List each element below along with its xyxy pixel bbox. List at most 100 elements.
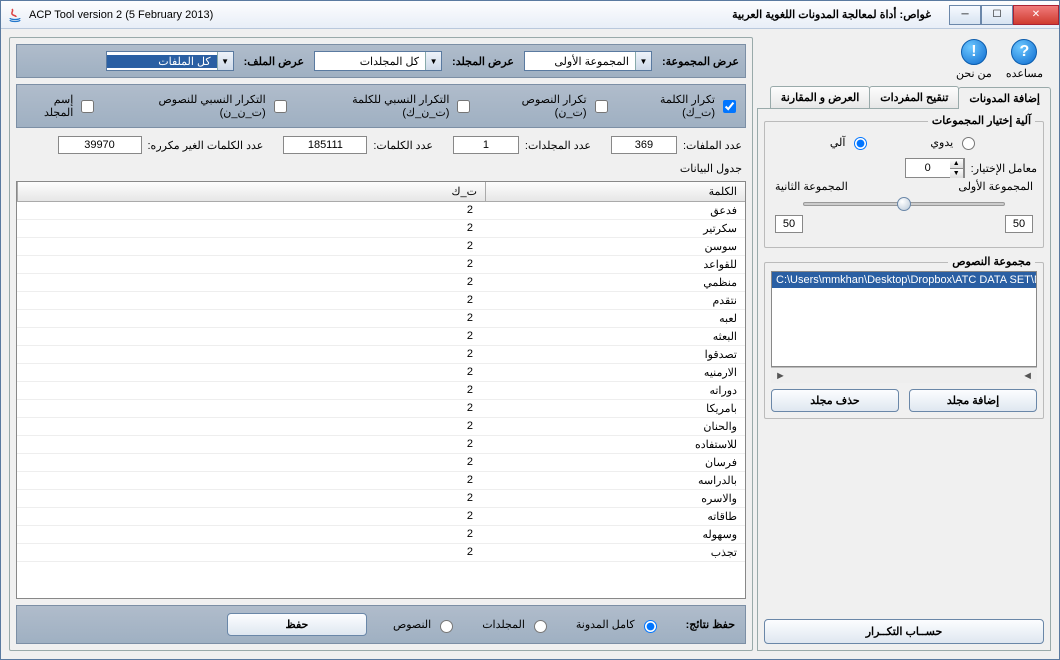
data-table: الكلمة ت_ك فدعق2سكرتير2سوسن2للقواعد2منظم… — [16, 181, 746, 599]
table-row[interactable]: للاستفاده2 — [17, 436, 745, 454]
add-folder-button[interactable]: إضافة مجلد — [909, 389, 1037, 412]
table-row[interactable]: وسهوله2 — [17, 526, 745, 544]
window-controls: ─ ☐ ✕ — [949, 5, 1059, 25]
radio-manual[interactable]: يدوي — [930, 134, 978, 150]
table-row[interactable]: لعبه2 — [17, 310, 745, 328]
folder-combo[interactable]: ▼كل المجلدات — [314, 51, 442, 71]
spin-up-icon[interactable]: ▲ — [950, 159, 963, 169]
words-count — [283, 136, 367, 154]
about-button[interactable]: ! من نحن — [956, 39, 992, 80]
check-rel-word-freq[interactable]: التكرار النسبي للكلمة (ت_ن_ك) — [306, 93, 474, 119]
help-button[interactable]: ? مساعده — [1006, 39, 1043, 80]
group-combo-label: عرض المجموعة: — [662, 55, 739, 68]
group-slider[interactable]: 50 50 — [775, 195, 1033, 239]
group-select-legend: آلية إختيار المجموعات — [928, 114, 1035, 127]
spin-down-icon[interactable]: ▼ — [950, 169, 963, 178]
file-combo-label: عرض الملف: — [244, 55, 304, 68]
tab-panel: آلية إختيار المجموعات يدوي آلي معامل الإ… — [757, 109, 1051, 651]
save-label: حفظ نتائج: — [686, 618, 735, 631]
table-row[interactable]: البعثه2 — [17, 328, 745, 346]
slider-thumb[interactable] — [897, 197, 911, 211]
table-row[interactable]: الارمنيه2 — [17, 364, 745, 382]
col-word[interactable]: الكلمة — [485, 182, 745, 201]
table-row[interactable]: طاقاته2 — [17, 508, 745, 526]
table-row[interactable]: والحنان2 — [17, 418, 745, 436]
files-count — [611, 136, 677, 154]
window-title-ar: غواص: أداة لمعالجة المدونات اللغوية العر… — [732, 8, 937, 21]
group1-label: المجموعة الأولى — [958, 180, 1033, 193]
table-row[interactable]: نتقدم2 — [17, 292, 745, 310]
radio-texts[interactable]: النصوص — [393, 617, 456, 633]
table-row[interactable]: فدعق2 — [17, 202, 745, 220]
display-combos-row: عرض المجموعة: ▼المجموعة الأولى عرض المجل… — [16, 44, 746, 78]
factor-label: معامل الإختيار: — [971, 162, 1037, 175]
window-title-en: ACP Tool version 2 (5 February 2013) — [29, 9, 213, 21]
app-window: ACP Tool version 2 (5 February 2013) غوا… — [0, 0, 1060, 660]
title-bar: ACP Tool version 2 (5 February 2013) غوا… — [1, 1, 1059, 29]
texts-group-legend: مجموعة النصوص — [948, 255, 1035, 268]
table-body[interactable]: فدعق2سكرتير2سوسن2للقواعد2منظمي2نتقدم2لعب… — [17, 202, 745, 598]
folder-list[interactable]: C:\Users\mmkhan\Desktop\Dropbox\ATC DATA… — [771, 271, 1037, 367]
folder-list-hscroll[interactable]: ◄► — [771, 367, 1037, 383]
spinner-buttons[interactable]: ▲▼ — [950, 159, 964, 178]
about-label: من نحن — [956, 67, 992, 80]
info-icon: ! — [961, 39, 987, 65]
slider-labels: المجموعة الأولى المجموعة الثانية — [775, 180, 1033, 193]
check-doc-freq[interactable]: تكرار النصوص (ت_ن) — [489, 93, 610, 119]
table-row[interactable]: بالدراسه2 — [17, 472, 745, 490]
group-select-fieldset: آلية إختيار المجموعات يدوي آلي معامل الإ… — [764, 121, 1044, 248]
table-row[interactable]: فرسان2 — [17, 454, 745, 472]
table-row[interactable]: تجذب2 — [17, 544, 745, 562]
tab-add-corpus[interactable]: إضافة المدونات — [958, 87, 1051, 109]
check-folder-name[interactable]: إسم المجلد — [23, 93, 97, 119]
main-tabs: إضافة المدونات تنقيح المفردات العرض و ال… — [757, 86, 1051, 109]
table-row[interactable]: للقواعد2 — [17, 256, 745, 274]
folder-path-row[interactable]: C:\Users\mmkhan\Desktop\Dropbox\ATC DATA… — [772, 272, 1036, 288]
radio-auto[interactable]: آلي — [830, 134, 871, 150]
compute-frequency-button[interactable]: حســاب التكــرار — [764, 619, 1044, 644]
stat-words: عدد الكلمات: — [283, 136, 433, 154]
chevron-down-icon: ▼ — [635, 52, 651, 70]
factor-input[interactable] — [906, 159, 950, 177]
stats-row: عدد الملفات: عدد المجلدات: عدد الكلمات: … — [16, 134, 746, 156]
help-label: مساعده — [1006, 67, 1043, 80]
folder-buttons: إضافة مجلد حذف مجلد — [771, 389, 1037, 412]
table-caption: جدول البيانات — [16, 162, 746, 175]
table-row[interactable]: سكرتير2 — [17, 220, 745, 238]
slider-zone: المجموعة الأولى المجموعة الثانية 50 50 — [771, 178, 1037, 241]
save-button[interactable]: حفظ — [227, 613, 367, 636]
folders-count — [453, 136, 519, 154]
file-combo[interactable]: ▼كل الملفات — [106, 51, 234, 71]
table-row[interactable]: والاسره2 — [17, 490, 745, 508]
group2-label: المجموعة الثانية — [775, 180, 848, 193]
tab-refine-vocab[interactable]: تنقيح المفردات — [869, 86, 959, 108]
col-freq[interactable]: ت_ك — [17, 182, 485, 201]
radio-folders[interactable]: المجلدات — [482, 617, 550, 633]
stat-folders: عدد المجلدات: — [453, 136, 591, 154]
minimize-button[interactable]: ─ — [949, 5, 981, 25]
group-combo[interactable]: ▼المجموعة الأولى — [524, 51, 652, 71]
mode-radio-row: يدوي آلي — [771, 130, 1037, 158]
factor-spinner[interactable]: ▲▼ — [905, 158, 965, 178]
table-row[interactable]: منظمي2 — [17, 274, 745, 292]
table-row[interactable]: بامريكا2 — [17, 400, 745, 418]
side-panel: ? مساعده ! من نحن إضافة المدونات تنقيح ا… — [757, 37, 1051, 651]
scroll-left-icon[interactable]: ◄ — [1018, 370, 1037, 382]
chevron-down-icon: ▼ — [425, 52, 441, 70]
help-icon: ? — [1011, 39, 1037, 65]
delete-folder-button[interactable]: حذف مجلد — [771, 389, 899, 412]
close-button[interactable]: ✕ — [1013, 5, 1059, 25]
java-icon — [7, 7, 23, 23]
scroll-right-icon[interactable]: ► — [771, 370, 790, 382]
unique-count — [58, 136, 142, 154]
table-row[interactable]: دوراته2 — [17, 382, 745, 400]
check-word-freq[interactable]: تكرار الكلمة (ت_ك) — [627, 93, 739, 119]
table-row[interactable]: سوسن2 — [17, 238, 745, 256]
factor-row: معامل الإختيار: ▲▼ — [771, 158, 1037, 178]
radio-whole-corpus[interactable]: كامل المدونة — [576, 617, 660, 633]
table-row[interactable]: تصدقوا2 — [17, 346, 745, 364]
texts-group-fieldset: مجموعة النصوص C:\Users\mmkhan\Desktop\Dr… — [764, 262, 1044, 419]
check-rel-doc-freq[interactable]: التكرار النسبي للنصوص (ت_ن_ن) — [113, 93, 289, 119]
tab-view-compare[interactable]: العرض و المقارنة — [770, 86, 870, 108]
maximize-button[interactable]: ☐ — [981, 5, 1013, 25]
